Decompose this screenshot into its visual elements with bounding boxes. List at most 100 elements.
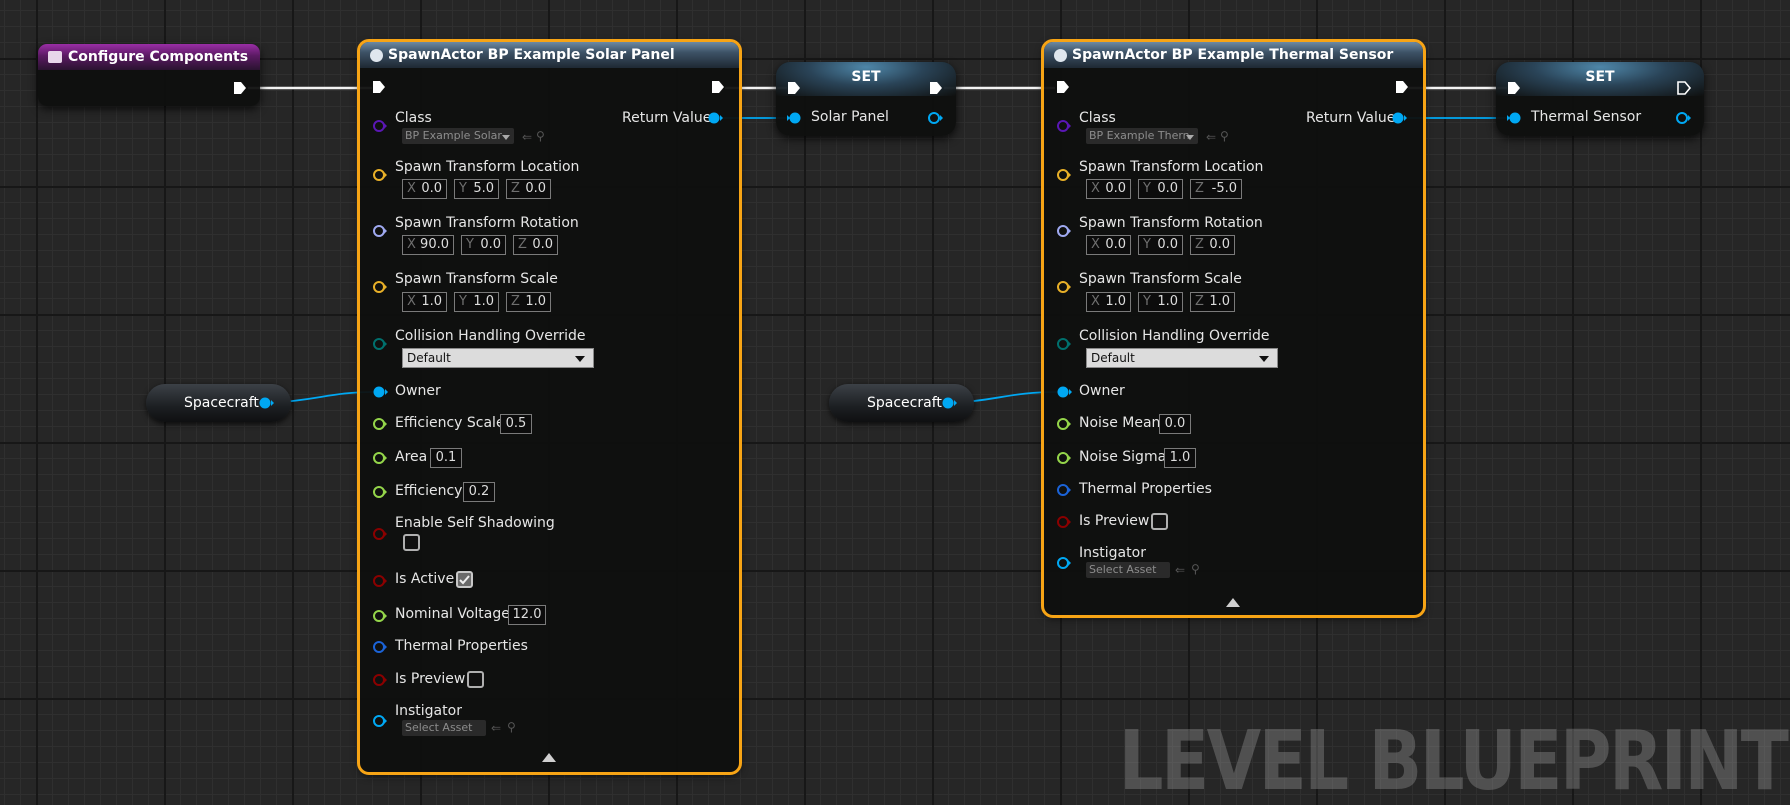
spacecraft-out-pin[interactable] (258, 396, 276, 410)
efficiency-field[interactable]: 0.2 (463, 482, 495, 502)
use-selected-arrow-icon[interactable]: ⇐ (491, 721, 501, 735)
axis-z-label: Z (518, 237, 527, 252)
location-x-field[interactable]: X 0.0 (1086, 179, 1131, 199)
thermal-sensor-out-pin[interactable] (1675, 111, 1693, 125)
thermal-sensor-in-pin[interactable] (1506, 111, 1524, 125)
solar-panel-in-pin[interactable] (786, 111, 804, 125)
scale-x-field[interactable]: X 1.0 (1086, 292, 1131, 312)
self-shadow-pin[interactable] (372, 527, 388, 541)
noise-mean-field[interactable]: 0.0 (1159, 414, 1191, 434)
is-active-checkbox[interactable] (456, 571, 473, 588)
efficiency-scale-field[interactable]: 0.5 (500, 414, 532, 434)
browse-search-icon[interactable]: ⚲ (1220, 129, 1229, 143)
exec-in-pin[interactable] (786, 80, 802, 96)
browse-search-icon[interactable]: ⚲ (1191, 562, 1200, 576)
class-select-arrow-icon[interactable] (502, 135, 510, 140)
rotation-y-field[interactable]: Y 0.0 (461, 235, 506, 255)
collision-pin[interactable] (1056, 337, 1072, 351)
location-pin[interactable] (1056, 168, 1072, 182)
is-preview-pin[interactable] (372, 673, 388, 687)
scale-y-field[interactable]: Y 1.0 (454, 292, 499, 312)
collapse-arrow-icon[interactable] (542, 753, 556, 762)
collision-pin[interactable] (372, 337, 388, 351)
exec-out-pin[interactable] (1676, 80, 1692, 96)
voltage-pin[interactable] (372, 609, 388, 623)
self-shadow-checkbox[interactable] (403, 534, 420, 551)
class-select-arrow-icon[interactable] (1186, 135, 1194, 140)
rotation-pin[interactable] (1056, 224, 1072, 238)
collision-dropdown[interactable]: Default (1086, 348, 1278, 368)
class-pin[interactable] (1056, 119, 1072, 133)
is-preview-pin[interactable] (1056, 515, 1072, 529)
set-solar-panel-node[interactable]: SET Solar Panel (776, 62, 956, 136)
exec-out-pin[interactable] (710, 79, 726, 95)
exec-out-pin[interactable] (928, 80, 944, 96)
browse-search-icon[interactable]: ⚲ (536, 129, 545, 143)
rotation-x-field[interactable]: X 90.0 (402, 235, 454, 255)
is-preview-checkbox[interactable] (467, 671, 484, 688)
location-pin[interactable] (372, 168, 388, 182)
efficiency-scale-pin[interactable] (372, 417, 388, 431)
exec-in-pin[interactable] (1506, 80, 1522, 96)
owner-pin[interactable] (1056, 385, 1074, 399)
set-thermal-header: SET (1496, 62, 1704, 96)
is-active-pin[interactable] (372, 574, 388, 588)
scale-z-field[interactable]: Z 1.0 (1190, 292, 1235, 312)
spacecraft-variable-node[interactable]: Spacecraft (146, 384, 291, 422)
collision-dropdown[interactable]: Default (402, 348, 594, 368)
collapse-arrow-icon[interactable] (1226, 598, 1240, 607)
solar-panel-out-pin[interactable] (927, 111, 945, 125)
use-selected-arrow-icon[interactable]: ⇐ (522, 130, 532, 144)
scale-z-field[interactable]: Z 1.0 (506, 292, 551, 312)
scale-y-field[interactable]: Y 1.0 (1138, 292, 1183, 312)
class-select[interactable]: BP Example Solar (402, 128, 514, 144)
class-pin[interactable] (372, 119, 388, 133)
noise-sigma-field[interactable]: 1.0 (1164, 448, 1196, 468)
rotation-x-field[interactable]: X 0.0 (1086, 235, 1131, 255)
return-value-pin[interactable] (707, 111, 725, 125)
exec-out-pin[interactable] (1394, 79, 1410, 95)
is-preview-checkbox[interactable] (1151, 513, 1168, 530)
area-pin[interactable] (372, 451, 388, 465)
spawn-actor-solar-panel-node[interactable]: SpawnActor BP Example Solar Panel Class … (357, 39, 742, 775)
location-z-field[interactable]: Z -5.0 (1190, 179, 1242, 199)
noise-sigma-pin[interactable] (1056, 451, 1072, 465)
exec-out-pin[interactable] (232, 80, 248, 96)
instigator-pin[interactable] (1056, 556, 1072, 570)
noise-mean-pin[interactable] (1056, 417, 1072, 431)
location-y-field[interactable]: Y 0.0 (1138, 179, 1183, 199)
axis-z-label: Z (511, 181, 520, 196)
location-x-field[interactable]: X 0.0 (402, 179, 447, 199)
instigator-select[interactable]: Select Asset (1086, 562, 1170, 578)
exec-in-pin[interactable] (1055, 79, 1071, 95)
exec-in-pin[interactable] (371, 79, 387, 95)
spacecraft-variable-node[interactable]: Spacecraft (829, 384, 974, 422)
spacecraft-out-pin[interactable] (941, 396, 959, 410)
instigator-select[interactable]: Select Asset (402, 720, 486, 736)
thermal-properties-pin[interactable] (1056, 483, 1072, 497)
location-y-field[interactable]: Y 5.0 (454, 179, 499, 199)
area-field[interactable]: 0.1 (430, 448, 462, 468)
class-select[interactable]: BP Example Thern (1086, 128, 1198, 144)
rotation-z-field[interactable]: Z 0.0 (1190, 235, 1235, 255)
rotation-pin[interactable] (372, 224, 388, 238)
instigator-pin[interactable] (372, 714, 388, 728)
use-selected-arrow-icon[interactable]: ⇐ (1175, 563, 1185, 577)
voltage-field[interactable]: 12.0 (508, 605, 546, 625)
browse-search-icon[interactable]: ⚲ (507, 720, 516, 734)
return-value-pin[interactable] (1391, 111, 1409, 125)
thermal-properties-pin[interactable] (372, 640, 388, 654)
rotation-z-field[interactable]: Z 0.0 (513, 235, 558, 255)
owner-pin[interactable] (372, 385, 390, 399)
scale-x-field[interactable]: X 1.0 (402, 292, 447, 312)
scale-pin[interactable] (372, 280, 388, 294)
event-node-configure-components[interactable]: Configure Components (38, 44, 260, 106)
rotation-y-field[interactable]: Y 0.0 (1138, 235, 1183, 255)
efficiency-pin[interactable] (372, 485, 388, 499)
thermal-sensor-label: Thermal Sensor (1531, 109, 1642, 125)
set-thermal-sensor-node[interactable]: SET Thermal Sensor (1496, 62, 1704, 136)
location-z-field[interactable]: Z 0.0 (506, 179, 551, 199)
spawn-actor-thermal-sensor-node[interactable]: SpawnActor BP Example Thermal Sensor Cla… (1041, 39, 1426, 618)
use-selected-arrow-icon[interactable]: ⇐ (1206, 130, 1216, 144)
scale-pin[interactable] (1056, 280, 1072, 294)
